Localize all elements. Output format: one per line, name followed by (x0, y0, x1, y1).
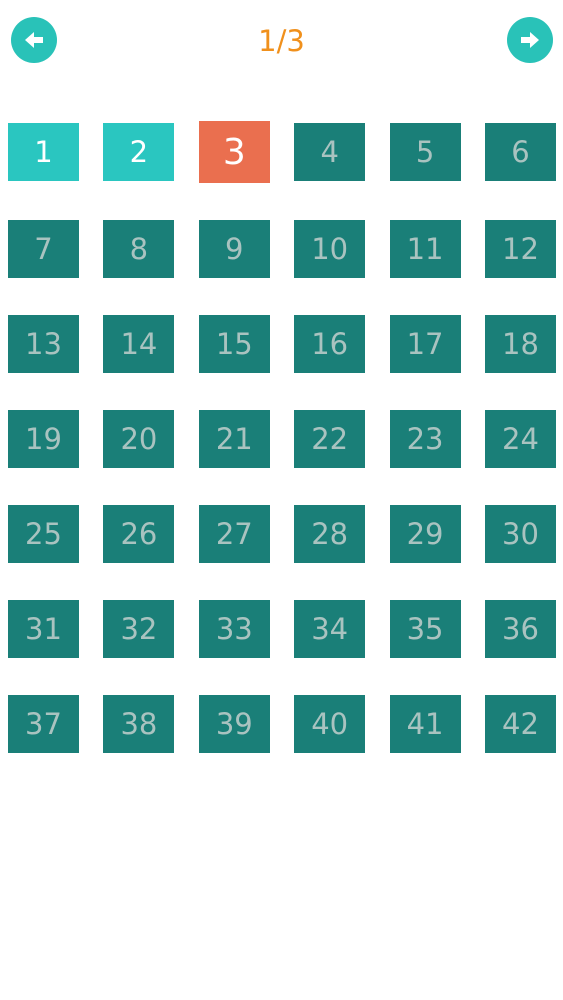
level-tile-24[interactable]: 24 (484, 410, 556, 468)
level-tile-27[interactable]: 27 (198, 505, 270, 563)
level-tile-21[interactable]: 21 (198, 410, 270, 468)
page-indicator: 1/3 (258, 24, 305, 58)
level-tile-34[interactable]: 34 (294, 600, 366, 658)
level-tile-9[interactable]: 9 (198, 220, 270, 278)
level-tile-25[interactable]: 25 (8, 505, 79, 563)
level-tile-6[interactable]: 6 (484, 123, 556, 181)
level-tile-7[interactable]: 7 (8, 220, 79, 278)
level-tile-10[interactable]: 10 (294, 220, 366, 278)
level-tile-1[interactable]: 1 (8, 123, 79, 181)
level-tile-2[interactable]: 2 (103, 123, 175, 181)
level-tile-8[interactable]: 8 (103, 220, 175, 278)
level-tile-19[interactable]: 19 (8, 410, 79, 468)
level-tile-26[interactable]: 26 (103, 505, 175, 563)
level-tile-5[interactable]: 5 (389, 123, 461, 181)
level-tile-18[interactable]: 18 (484, 315, 556, 373)
level-tile-40[interactable]: 40 (294, 695, 366, 753)
level-grid: 1 2 3 4 5 6 7 8 9 10 11 12 13 14 15 16 17 18 19 20 21 22 23 24 2… (8, 121, 556, 753)
header-bar: 1/3 (0, 0, 563, 82)
level-tile-20[interactable]: 20 (103, 410, 175, 468)
level-tile-15[interactable]: 15 (198, 315, 270, 373)
level-tile-28[interactable]: 28 (294, 505, 366, 563)
level-tile-41[interactable]: 41 (389, 695, 461, 753)
level-tile-30[interactable]: 30 (484, 505, 556, 563)
arrow-right-icon (521, 32, 539, 48)
level-tile-23[interactable]: 23 (389, 410, 461, 468)
level-tile-12[interactable]: 12 (484, 220, 556, 278)
level-tile-3[interactable]: 3 (198, 121, 270, 183)
next-page-button[interactable] (507, 17, 553, 63)
level-tile-4[interactable]: 4 (294, 123, 366, 181)
level-tile-11[interactable]: 11 (389, 220, 461, 278)
level-tile-35[interactable]: 35 (389, 600, 461, 658)
level-tile-33[interactable]: 33 (198, 600, 270, 658)
level-tile-29[interactable]: 29 (389, 505, 461, 563)
level-tile-36[interactable]: 36 (484, 600, 556, 658)
level-tile-37[interactable]: 37 (8, 695, 79, 753)
level-tile-22[interactable]: 22 (294, 410, 366, 468)
level-tile-42[interactable]: 42 (484, 695, 556, 753)
level-tile-32[interactable]: 32 (103, 600, 175, 658)
level-tile-31[interactable]: 31 (8, 600, 79, 658)
level-tile-14[interactable]: 14 (103, 315, 175, 373)
level-tile-16[interactable]: 16 (294, 315, 366, 373)
level-tile-38[interactable]: 38 (103, 695, 175, 753)
level-tile-17[interactable]: 17 (389, 315, 461, 373)
level-tile-39[interactable]: 39 (198, 695, 270, 753)
level-tile-13[interactable]: 13 (8, 315, 79, 373)
